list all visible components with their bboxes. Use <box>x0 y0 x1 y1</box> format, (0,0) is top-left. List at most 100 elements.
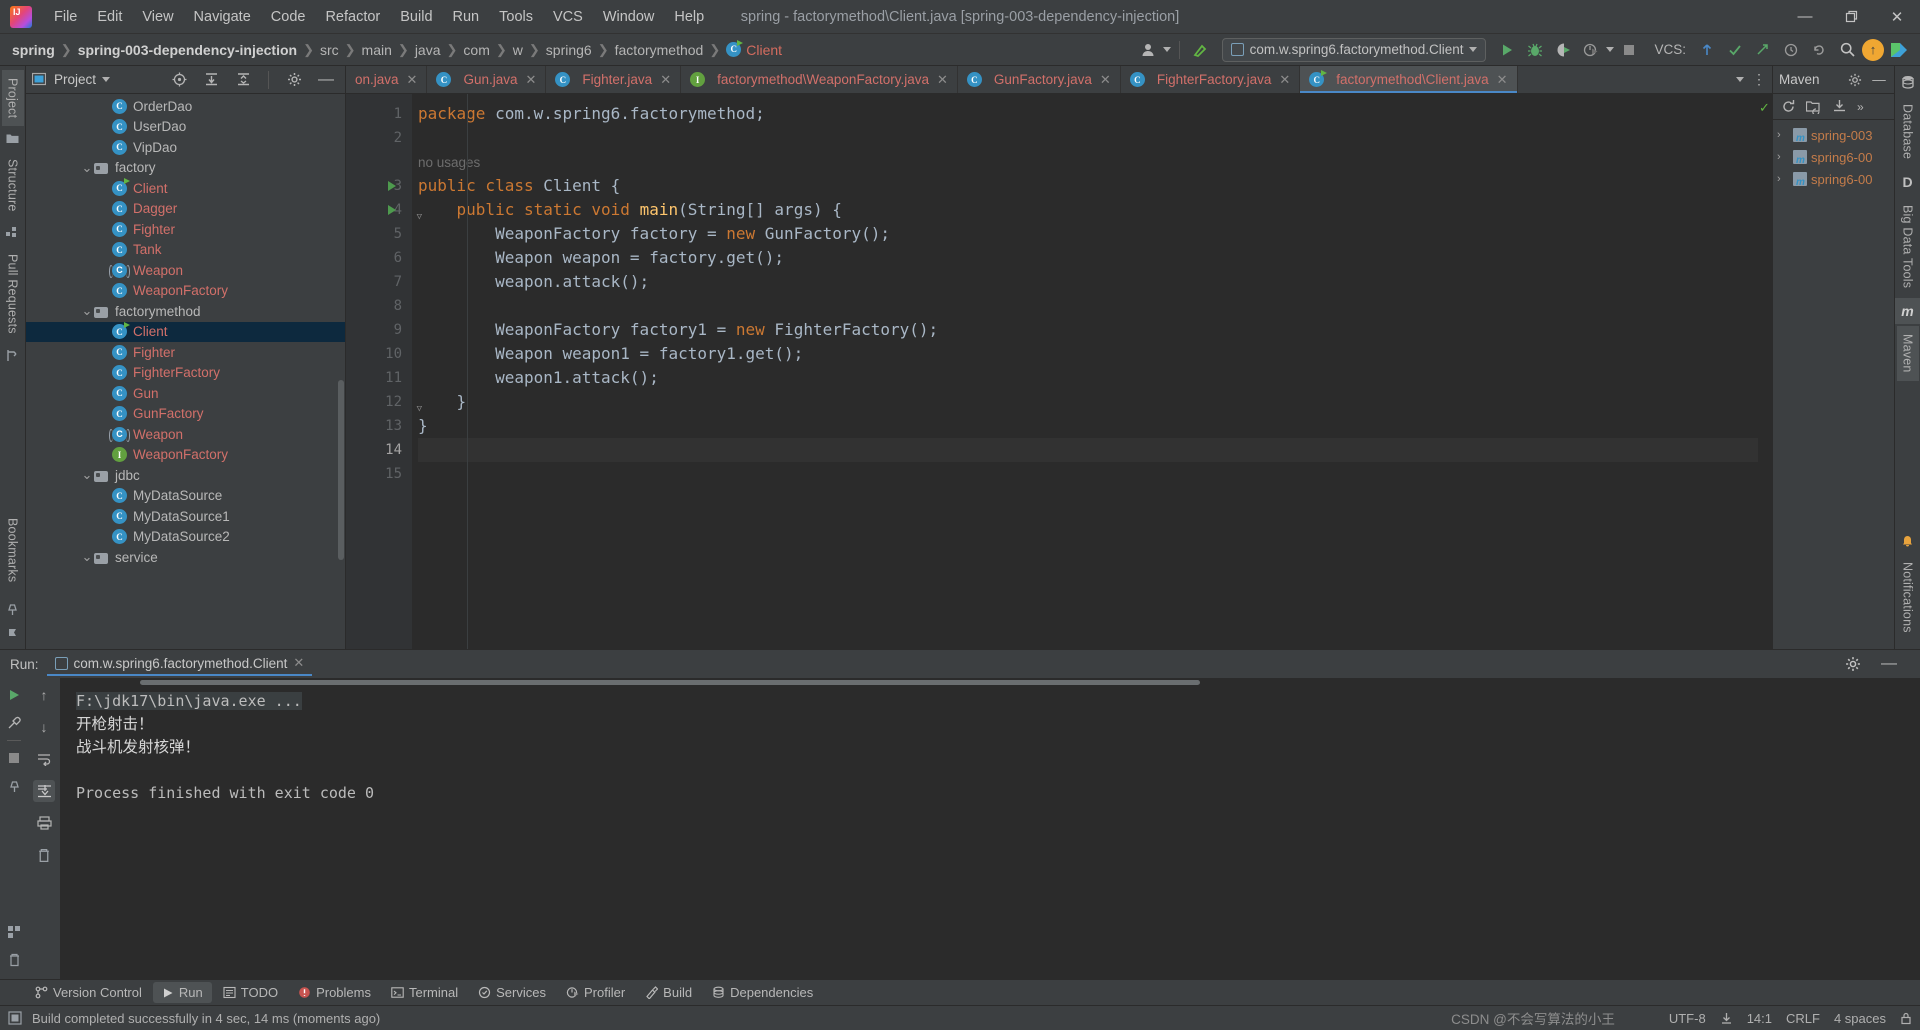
editor-tab[interactable]: C Fighter.java ✕ <box>546 66 682 93</box>
bottom-tab-dependencies[interactable]: Dependencies <box>703 982 822 1003</box>
menu-view[interactable]: View <box>132 5 183 29</box>
editor-tab[interactable]: Ifactorymethod\WeaponFactory.java ✕ <box>681 66 958 93</box>
delete-button[interactable] <box>3 949 25 971</box>
breadcrumb-item-spring[interactable]: spring <box>8 40 59 60</box>
close-icon[interactable]: ✕ <box>937 72 948 88</box>
maven-more-icon[interactable]: » <box>1857 100 1864 114</box>
user-avatar-icon[interactable] <box>1135 38 1161 62</box>
sidebar-item-bookmarks[interactable]: Bookmarks <box>2 510 24 590</box>
status-lock-icon[interactable] <box>1900 1012 1912 1025</box>
status-line-separator[interactable]: CRLF <box>1786 1011 1820 1026</box>
gear-icon[interactable] <box>1840 652 1866 676</box>
sidebar-item-pull-requests[interactable]: Pull Requests <box>2 246 24 342</box>
chevron-right-icon[interactable]: › <box>1777 173 1789 185</box>
scroll-down-icon[interactable]: ↓ <box>33 716 55 738</box>
maven-add-project-icon[interactable] <box>1806 100 1822 114</box>
tree-node-mydatasource[interactable]: C MyDataSource <box>26 486 345 507</box>
menu-code[interactable]: Code <box>261 5 316 29</box>
tree-node-fighterfactory[interactable]: C FighterFactory <box>26 363 345 384</box>
status-indent[interactable]: 4 spaces <box>1834 1011 1886 1026</box>
hide-panel-icon[interactable]: — <box>313 68 339 92</box>
bookmark-pin-icon[interactable] <box>6 598 19 621</box>
editor-tab[interactable]: on.java ✕ <box>346 66 428 93</box>
vcs-commit-icon[interactable] <box>1722 38 1748 62</box>
tree-node-factorymethod[interactable]: ⌄ factorymethod <box>26 301 345 322</box>
tree-node-jdbc[interactable]: ⌄ jdbc <box>26 465 345 486</box>
chevron-down-icon[interactable]: ⌄ <box>80 161 94 174</box>
sidebar-item-maven[interactable]: Maven <box>1896 326 1919 381</box>
tree-node-weaponfactory[interactable]: C WeaponFactory <box>26 281 345 302</box>
print-icon[interactable] <box>33 812 55 834</box>
vcs-rollback-icon[interactable] <box>1806 38 1832 62</box>
breadcrumb-item-client[interactable]: C Client <box>722 39 786 60</box>
gear-icon[interactable] <box>1846 68 1864 92</box>
tree-node-fighter[interactable]: C Fighter <box>26 219 345 240</box>
tree-node-factory[interactable]: ⌄ factory <box>26 158 345 179</box>
close-icon[interactable]: ✕ <box>1279 72 1290 88</box>
bottom-tab-build[interactable]: Build <box>636 982 701 1003</box>
console-output[interactable]: F:\jdk17\bin\java.exe ... 开枪射击！ 战斗机发射核弹！ Pr… <box>60 678 1920 979</box>
folder-icon[interactable] <box>6 128 19 149</box>
maven-project-row[interactable]: › spring6-00 <box>1773 168 1894 190</box>
tree-node-mydatasource2[interactable]: C MyDataSource2 <box>26 527 345 548</box>
menu-vcs[interactable]: VCS <box>543 5 593 29</box>
big-data-icon[interactable]: D <box>1902 169 1912 195</box>
maven-project-row[interactable]: › spring6-00 <box>1773 146 1894 168</box>
status-caret-position[interactable]: 14:1 <box>1747 1011 1772 1026</box>
minimize-button[interactable]: — <box>1782 0 1828 34</box>
bottom-tab-todo[interactable]: TODO <box>214 982 287 1003</box>
tree-node-dagger[interactable]: C Dagger <box>26 199 345 220</box>
sidebar-item-project[interactable]: Project <box>1 70 24 127</box>
profiler-chevron-down-icon[interactable] <box>1606 47 1615 52</box>
bottom-tab-profiler[interactable]: Profiler <box>557 982 634 1003</box>
bottom-tab-problems[interactable]: Problems <box>289 982 380 1003</box>
maximize-button[interactable] <box>1828 0 1874 34</box>
close-icon[interactable]: ✕ <box>1100 72 1111 88</box>
console-horizontal-scrollbar[interactable] <box>140 680 1200 685</box>
build-hammer-icon[interactable] <box>1188 38 1214 62</box>
vcs-history-icon[interactable] <box>1778 38 1804 62</box>
chevron-right-icon[interactable]: › <box>1777 129 1789 141</box>
tree-node-mydatasource1[interactable]: C MyDataSource1 <box>26 506 345 527</box>
close-icon[interactable]: ✕ <box>660 72 671 88</box>
tree-node-gunfactory[interactable]: C GunFactory <box>26 404 345 425</box>
run-line-icon[interactable] <box>388 205 396 215</box>
scroll-to-end-icon[interactable] <box>33 780 55 802</box>
tab-list-chevron-down-icon[interactable] <box>1736 77 1744 82</box>
tree-node-userdao[interactable]: C UserDao <box>26 117 345 138</box>
sidebar-item-database[interactable]: Database <box>1897 96 1919 167</box>
expand-all-icon[interactable] <box>198 68 224 92</box>
editor-tab[interactable]: Cfactorymethod\Client.java ✕ <box>1300 66 1518 93</box>
tree-node-weaponfactory[interactable]: I WeaponFactory <box>26 445 345 466</box>
tree-node-gun[interactable]: C Gun <box>26 383 345 404</box>
structure-icon[interactable] <box>6 222 19 244</box>
collapse-all-icon[interactable] <box>230 68 256 92</box>
profiler-button[interactable] <box>1578 38 1604 62</box>
vcs-update-icon[interactable] <box>1694 38 1720 62</box>
breadcrumb-item-java[interactable]: java <box>411 40 445 60</box>
editor-tab[interactable]: C GunFactory.java ✕ <box>958 66 1121 93</box>
tree-scrollbar[interactable] <box>338 380 344 560</box>
stop-button[interactable] <box>1616 38 1642 62</box>
soft-wrap-icon[interactable] <box>33 748 55 770</box>
status-encoding[interactable]: UTF-8 <box>1669 1011 1706 1026</box>
tree-node-fighter[interactable]: C Fighter <box>26 342 345 363</box>
bottom-tab-version-control[interactable]: Version Control <box>26 982 151 1003</box>
debug-button[interactable] <box>1522 38 1548 62</box>
maven-m-icon[interactable]: m <box>1895 298 1920 325</box>
sidebar-item-notifications[interactable]: Notifications <box>1897 554 1919 641</box>
chevron-right-icon[interactable]: › <box>1777 151 1789 163</box>
project-tree[interactable]: C OrderDao C UserDao C VipDao ⌄ factory C Client C… <box>26 94 345 649</box>
close-icon[interactable]: ✕ <box>526 72 537 88</box>
notifications-bell-icon[interactable] <box>1901 529 1914 552</box>
chevron-down-icon[interactable]: ⌄ <box>80 550 94 563</box>
close-icon[interactable]: ✕ <box>1497 72 1508 88</box>
close-icon[interactable]: ✕ <box>293 655 304 671</box>
edit-configuration-button[interactable] <box>3 712 25 734</box>
menu-window[interactable]: Window <box>593 5 665 29</box>
bottom-tab-run[interactable]: Run <box>152 982 212 1003</box>
status-icon[interactable] <box>8 1011 22 1025</box>
menu-edit[interactable]: Edit <box>87 5 132 29</box>
editor-inspection-strip[interactable]: ✓ <box>1758 94 1772 649</box>
database-icon[interactable] <box>1901 70 1915 94</box>
